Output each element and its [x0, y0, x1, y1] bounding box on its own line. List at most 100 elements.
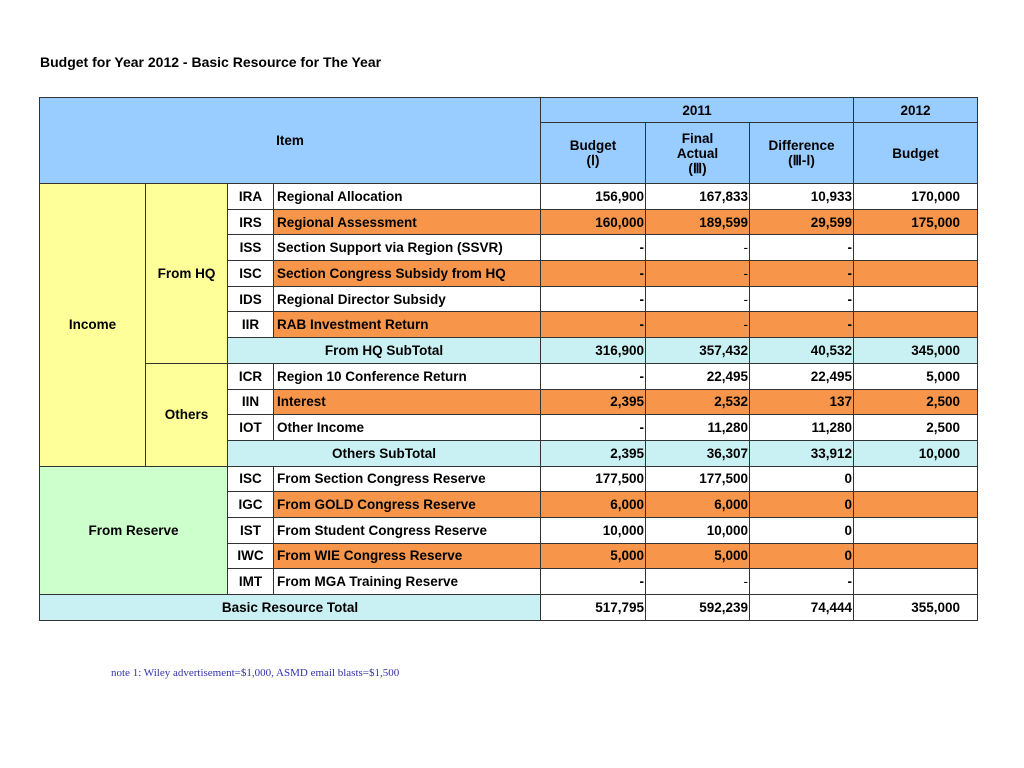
- row-actual: 189,599: [645, 208, 750, 236]
- row-budget-2011: -: [540, 311, 646, 339]
- total-actual: 592,239: [645, 594, 750, 621]
- row-code: IGC: [227, 491, 274, 518]
- row-code: IRA: [227, 183, 274, 210]
- row-name: Region 10 Conference Return: [273, 362, 541, 390]
- difference-label: Difference: [768, 138, 835, 153]
- row-name: From Section Congress Reserve: [273, 465, 541, 493]
- row-difference: -: [749, 311, 854, 339]
- from-reserve-group-label: From Reserve: [39, 465, 228, 596]
- difference-header: Difference (Ⅲ-Ⅰ): [749, 122, 854, 184]
- others-group-label: Others: [145, 362, 228, 467]
- row-name: Regional Assessment: [273, 208, 541, 236]
- row-budget-2012: 5,000: [853, 362, 978, 390]
- row-budget-2011: -: [540, 568, 646, 595]
- row-actual: -: [645, 285, 750, 313]
- others-subtotal-label: Others SubTotal: [227, 439, 541, 467]
- income-group-label: Income: [39, 183, 146, 467]
- row-difference: -: [749, 285, 854, 313]
- row-budget-2011: -: [540, 285, 646, 313]
- row-code: IMT: [227, 568, 274, 595]
- row-budget-2011: 177,500: [540, 465, 646, 493]
- row-budget-2011: 160,000: [540, 208, 646, 236]
- row-difference: -: [749, 234, 854, 262]
- others-subtotal-difference: 33,912: [749, 439, 854, 467]
- row-code: IWC: [227, 542, 274, 570]
- others-subtotal-budget-2011: 2,395: [540, 439, 646, 467]
- row-difference: 22,495: [749, 362, 854, 390]
- row-name: From Student Congress Reserve: [273, 516, 541, 544]
- row-name: Section Support via Region (SSVR): [273, 234, 541, 262]
- budget-table: Item 2011 2012 Budget (Ⅰ) Final Actual (…: [39, 97, 978, 621]
- row-budget-2012: [853, 311, 978, 339]
- row-code: IIR: [227, 311, 274, 339]
- row-name: From WIE Congress Reserve: [273, 542, 541, 570]
- row-name: RAB Investment Return: [273, 311, 541, 339]
- row-difference: -: [749, 260, 854, 287]
- row-actual: 11,280: [645, 414, 750, 441]
- from-hq-group-label: From HQ: [145, 183, 228, 364]
- row-code: ISC: [227, 260, 274, 287]
- row-actual: 5,000: [645, 542, 750, 570]
- hq-subtotal-budget-2011: 316,900: [540, 337, 646, 364]
- row-actual: -: [645, 311, 750, 339]
- row-difference: 11,280: [749, 414, 854, 441]
- total-budget-2012: 355,000: [853, 594, 978, 621]
- row-budget-2012: [853, 260, 978, 287]
- table-row: Income From HQ IRA Regional Allocation 1…: [39, 183, 978, 467]
- row-budget-2011: 2,395: [540, 388, 646, 416]
- row-actual: 6,000: [645, 491, 750, 518]
- row-name: Regional Allocation: [273, 183, 541, 210]
- row-name: Other Income: [273, 414, 541, 441]
- year-2012-header: 2012: [853, 97, 978, 123]
- hq-subtotal-actual: 357,432: [645, 337, 750, 364]
- table-row: From Reserve ISC From Section Congress R…: [39, 465, 978, 596]
- row-budget-2012: [853, 491, 978, 518]
- others-subtotal-actual: 36,307: [645, 439, 750, 467]
- row-difference: 0: [749, 516, 854, 544]
- row-budget-2012: [853, 465, 978, 493]
- row-code: IOT: [227, 414, 274, 441]
- row-budget-2011: -: [540, 362, 646, 390]
- total-budget-2011: 517,795: [540, 594, 646, 621]
- row-name: Section Congress Subsidy from HQ: [273, 260, 541, 287]
- page-title: Budget for Year 2012 - Basic Resource fo…: [40, 54, 382, 70]
- row-code: IST: [227, 516, 274, 544]
- hq-subtotal-budget-2012: 345,000: [853, 337, 978, 364]
- row-budget-2012: [853, 234, 978, 262]
- row-budget-2011: -: [540, 260, 646, 287]
- row-actual: 2,532: [645, 388, 750, 416]
- hq-subtotal-difference: 40,532: [749, 337, 854, 364]
- row-budget-2012: [853, 542, 978, 570]
- row-budget-2012: 2,500: [853, 388, 978, 416]
- row-actual: 167,833: [645, 183, 750, 210]
- row-budget-2011: -: [540, 414, 646, 441]
- row-actual: -: [645, 568, 750, 595]
- row-actual: 177,500: [645, 465, 750, 493]
- row-budget-2012: [853, 516, 978, 544]
- budget-2011-code: (Ⅰ): [586, 153, 600, 168]
- budget-2011-label: Budget: [569, 138, 617, 153]
- row-budget-2011: -: [540, 234, 646, 262]
- row-difference: 0: [749, 542, 854, 570]
- row-difference: 10,933: [749, 183, 854, 210]
- row-actual: -: [645, 260, 750, 287]
- row-budget-2012: 170,000: [853, 183, 978, 210]
- total-difference: 74,444: [749, 594, 854, 621]
- row-difference: 137: [749, 388, 854, 416]
- row-difference: 0: [749, 465, 854, 493]
- total-row: Basic Resource Total 517,795 592,239 74,…: [39, 594, 978, 621]
- row-budget-2012: 175,000: [853, 208, 978, 236]
- row-code: IIN: [227, 388, 274, 416]
- row-name: Interest: [273, 388, 541, 416]
- row-budget-2011: 5,000: [540, 542, 646, 570]
- row-name: Regional Director Subsidy: [273, 285, 541, 313]
- final-actual-label-2: Actual: [676, 145, 719, 161]
- hq-subtotal-label: From HQ SubTotal: [227, 337, 541, 364]
- row-code: IRS: [227, 208, 274, 236]
- budget-2012-header: Budget: [853, 122, 978, 184]
- item-header: Item: [39, 97, 541, 184]
- row-name: From GOLD Congress Reserve: [273, 491, 541, 518]
- row-budget-2012: [853, 568, 978, 595]
- row-code: IDS: [227, 285, 274, 313]
- final-actual-header: Final Actual (Ⅲ): [645, 122, 750, 184]
